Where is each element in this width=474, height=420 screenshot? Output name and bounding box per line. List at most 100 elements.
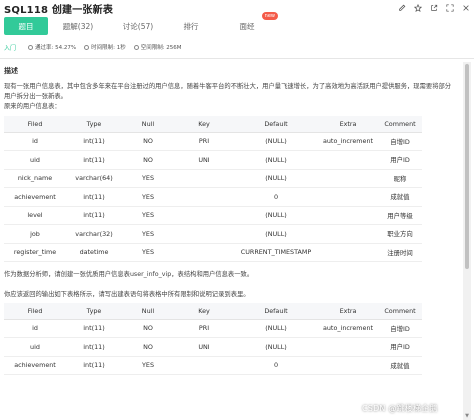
table-cell: UNI	[174, 150, 234, 170]
table-cell: level	[4, 206, 66, 225]
close-icon[interactable]	[462, 4, 470, 12]
table-cell: YES	[122, 356, 174, 375]
share-icon[interactable]	[430, 4, 438, 12]
clock-icon	[84, 44, 90, 50]
table-cell: 0	[234, 356, 318, 375]
table-cell: (NULL)	[234, 206, 318, 225]
pass-rate-text: 通过率: 54.27%	[35, 45, 77, 51]
table-cell: achievement	[4, 187, 66, 207]
scroll-down-arrow-icon[interactable]: ▼	[463, 412, 471, 420]
column-header: Default	[234, 116, 318, 133]
table-cell: datetime	[66, 243, 122, 262]
table-row: job varchar(32) YES (NULL) 职业方向	[4, 224, 422, 244]
tab-label: 题解(32)	[62, 21, 94, 31]
table-cell: int(11)	[66, 150, 122, 170]
table-cell: 成就值	[378, 187, 422, 207]
original-schema-table: Filed Type Null Key Default Extra Commen…	[4, 116, 422, 262]
divider	[0, 58, 474, 59]
table-cell: id	[4, 319, 66, 338]
table-cell	[318, 206, 378, 225]
table-cell: (NULL)	[234, 337, 318, 357]
table-header-row: Filed Type Null Key Default Extra Commen…	[4, 303, 422, 320]
table-cell: int(11)	[66, 187, 122, 207]
problem-meta: 入门 通过率: 54.27% 时间限制: 1秒 空间限制: 256M	[0, 40, 474, 54]
table-cell	[174, 356, 234, 375]
table-cell	[174, 206, 234, 225]
table-cell: int(11)	[66, 206, 122, 225]
intro-text: 现有一张用户信息表，其中包含多年来在平台注册过的用户信息，随着牛客平台的不断壮大…	[4, 83, 452, 100]
table-cell: 注册时间	[378, 243, 422, 262]
time-limit: 时间限制: 1秒	[84, 43, 126, 51]
table-cell: uid	[4, 337, 66, 357]
table-header-row: Filed Type Null Key Default Extra Commen…	[4, 116, 422, 133]
table-cell	[174, 243, 234, 262]
table-cell: YES	[122, 243, 174, 262]
output-note-text: 你应该返回的输出如下表格所示，请写出建表语句将表格中所有限制和说明记录到表里。	[4, 291, 250, 298]
title-bar: SQL118 创建一张新表	[0, 0, 474, 16]
table-cell: PRI	[174, 132, 234, 151]
table-cell	[174, 224, 234, 244]
table-cell: 用户ID	[378, 337, 422, 357]
tab-interview[interactable]: 面经 new	[214, 12, 280, 35]
column-header: Default	[234, 303, 318, 320]
table-cell: YES	[122, 187, 174, 207]
problem-title: SQL118 创建一张新表	[4, 4, 114, 16]
table-cell: 用户等级	[378, 206, 422, 225]
table-cell: int(11)	[66, 356, 122, 375]
tab-discussion[interactable]: 讨论(57)	[108, 17, 168, 35]
scrollbar-thumb[interactable]	[465, 64, 469, 269]
difficulty-label: 入门	[4, 44, 17, 52]
table-cell: achievement	[4, 356, 66, 375]
table-row: id int(11) NO PRI (NULL) auto_increment 自增ID	[4, 319, 422, 338]
star-icon[interactable]	[414, 4, 422, 12]
tab-ranking[interactable]: 排行	[168, 17, 214, 35]
header-actions	[398, 4, 470, 12]
table-cell: int(11)	[66, 132, 122, 151]
fullscreen-icon[interactable]	[446, 4, 454, 12]
tab-label: 讨论(57)	[122, 21, 154, 31]
table-row: uid int(11) NO UNI (NULL) 用户ID	[4, 337, 422, 357]
column-header: Extra	[318, 303, 378, 320]
column-header: Type	[66, 116, 122, 133]
table-cell: nick_name	[4, 169, 66, 188]
table-cell: CURRENT_TIMESTAMP	[234, 243, 318, 262]
table-cell	[318, 224, 378, 244]
table-row: nick_name varchar(64) YES (NULL) 昵称	[4, 169, 422, 188]
table-cell: 自增ID	[378, 132, 422, 151]
tab-bar: 题目 题解(32) 讨论(57) 排行 面经 new	[0, 12, 474, 36]
table-cell: (NULL)	[234, 169, 318, 188]
tab-label: 题目	[18, 21, 34, 31]
tab-label: 面经	[239, 21, 255, 31]
table-cell	[318, 356, 378, 375]
time-limit-text: 时间限制: 1秒	[91, 45, 126, 51]
column-header: Key	[174, 303, 234, 320]
table-cell: id	[4, 132, 66, 151]
tab-solutions[interactable]: 题解(32)	[48, 17, 108, 35]
table-cell: YES	[122, 206, 174, 225]
table-cell	[318, 243, 378, 262]
table-cell: 自增ID	[378, 319, 422, 338]
edit-icon[interactable]	[398, 4, 406, 12]
table-cell: (NULL)	[234, 150, 318, 170]
space-limit-text: 空间限制: 256M	[140, 45, 182, 51]
table-cell	[174, 169, 234, 188]
table-cell: job	[4, 224, 66, 244]
expected-schema-table: Filed Type Null Key Default Extra Commen…	[4, 303, 422, 375]
column-header: Null	[122, 303, 174, 320]
table-row: uid int(11) NO UNI (NULL) 用户ID	[4, 150, 422, 170]
table-cell: int(11)	[66, 319, 122, 338]
table-row: achievement int(11) YES 0 成就值	[4, 187, 422, 207]
pass-rate-icon	[28, 44, 34, 50]
column-header: Comment	[378, 116, 422, 133]
tab-problem[interactable]: 题目	[4, 17, 48, 35]
table-cell: (NULL)	[234, 224, 318, 244]
column-header: Comment	[378, 303, 422, 320]
table-cell	[318, 169, 378, 188]
space-limit: 空间限制: 256M	[133, 43, 182, 51]
table-cell: auto_increment	[318, 319, 378, 338]
table-cell: (NULL)	[234, 319, 318, 338]
table-cell: YES	[122, 224, 174, 244]
table-cell: NO	[122, 319, 174, 338]
problem-description: 描述 现有一张用户信息表，其中包含多年来在平台注册过的用户信息，随着牛客平台的不…	[0, 62, 462, 420]
table-row: register_time datetime YES CURRENT_TIMESTAM…	[4, 243, 422, 262]
